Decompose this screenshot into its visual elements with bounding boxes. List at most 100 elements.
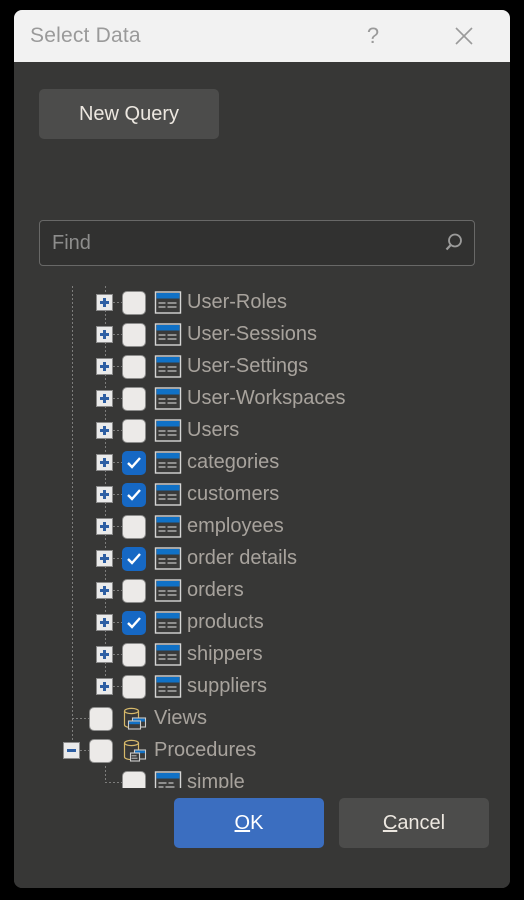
expand-icon[interactable] — [96, 390, 113, 407]
tree-row[interactable]: Procedures — [14, 734, 510, 766]
tree-row[interactable]: Views — [14, 702, 510, 734]
tree-item-label: User-Settings — [187, 355, 309, 377]
tree-line — [72, 286, 73, 318]
expand-icon[interactable] — [96, 486, 113, 503]
tree-row[interactable]: shippers — [14, 638, 510, 670]
tree-row[interactable]: categories — [14, 446, 510, 478]
checkbox-unchecked[interactable] — [122, 419, 146, 443]
table-icon — [154, 323, 182, 346]
dialog-footer: OK Cancel — [14, 788, 510, 888]
tree-item-label: Procedures — [154, 739, 257, 761]
search-icon[interactable] — [434, 231, 474, 255]
tree-item-label: categories — [187, 451, 280, 473]
expand-icon[interactable] — [96, 422, 113, 439]
tree-item-label: User-Workspaces — [187, 387, 346, 409]
checkbox-unchecked[interactable] — [122, 323, 146, 347]
checkbox-unchecked[interactable] — [122, 771, 146, 788]
tree-row[interactable]: User-Workspaces — [14, 382, 510, 414]
tree-item-label: User-Roles — [187, 291, 288, 313]
table-icon — [154, 291, 182, 314]
table-icon — [154, 547, 182, 570]
tree-row[interactable]: customers — [14, 478, 510, 510]
tree-item-label: customers — [187, 483, 280, 505]
select-data-dialog: Select Data ? New Query User-Roles User-S… — [14, 10, 510, 888]
tree-line — [105, 766, 106, 782]
tree-row[interactable]: order details — [14, 542, 510, 574]
tree-item-label: simple — [187, 771, 245, 788]
table-icon — [154, 387, 182, 410]
tree-line — [72, 510, 73, 542]
tree-row[interactable]: simple — [14, 766, 510, 788]
expand-icon[interactable] — [96, 294, 113, 311]
procedure-icon — [154, 771, 182, 788]
tree-row[interactable]: Users — [14, 414, 510, 446]
checkbox-checked[interactable] — [122, 547, 146, 571]
checkbox-unchecked[interactable] — [122, 387, 146, 411]
expand-icon[interactable] — [96, 454, 113, 471]
tree-line — [72, 382, 73, 414]
checkbox-checked[interactable] — [122, 483, 146, 507]
expand-icon[interactable] — [96, 326, 113, 343]
expand-icon[interactable] — [96, 678, 113, 695]
expand-icon[interactable] — [96, 550, 113, 567]
tree-item-label: employees — [187, 515, 284, 537]
collapse-icon[interactable] — [63, 742, 80, 759]
checkbox-unchecked[interactable] — [89, 739, 113, 763]
checkbox-unchecked[interactable] — [122, 515, 146, 539]
tree-item-label: Views — [154, 707, 207, 729]
tree-item-label: products — [187, 611, 264, 633]
tree-line — [72, 542, 73, 574]
procedures-folder-icon — [121, 739, 149, 762]
dialog-title: Select Data — [30, 24, 141, 47]
tree-line — [72, 638, 73, 670]
table-icon — [154, 419, 182, 442]
dialog-titlebar: Select Data ? — [14, 10, 510, 62]
tree-row[interactable]: User-Sessions — [14, 318, 510, 350]
cancel-button[interactable]: Cancel — [339, 798, 489, 848]
expand-icon[interactable] — [96, 582, 113, 599]
expand-icon[interactable] — [96, 646, 113, 663]
tree-row[interactable]: User-Roles — [14, 286, 510, 318]
ok-button[interactable]: OK — [174, 798, 324, 848]
tree-line — [72, 446, 73, 478]
close-icon[interactable] — [442, 10, 486, 62]
checkbox-unchecked[interactable] — [122, 579, 146, 603]
new-query-button[interactable]: New Query — [39, 89, 219, 139]
expand-icon[interactable] — [96, 614, 113, 631]
tree-line — [72, 718, 89, 719]
expand-icon[interactable] — [96, 358, 113, 375]
tree-line — [72, 350, 73, 382]
tree-row[interactable]: User-Settings — [14, 350, 510, 382]
tree-row[interactable]: employees — [14, 510, 510, 542]
checkbox-unchecked[interactable] — [89, 707, 113, 731]
tree-row[interactable]: suppliers — [14, 670, 510, 702]
tree-item-label: orders — [187, 579, 244, 601]
tree-line — [72, 574, 73, 606]
table-icon — [154, 611, 182, 634]
object-tree[interactable]: User-Roles User-Sessions User-Settings User… — [14, 286, 510, 788]
table-icon — [154, 643, 182, 666]
tree-item-label: suppliers — [187, 675, 268, 697]
checkbox-unchecked[interactable] — [122, 643, 146, 667]
dialog-body: New Query User-Roles User-Sessions User-Se… — [14, 62, 510, 888]
tree-row[interactable]: products — [14, 606, 510, 638]
checkbox-unchecked[interactable] — [122, 675, 146, 699]
tree-line — [72, 670, 73, 702]
checkbox-checked[interactable] — [122, 611, 146, 635]
tree-item-label: shippers — [187, 643, 263, 665]
help-icon[interactable]: ? — [351, 10, 395, 62]
tree-item-label: order details — [187, 547, 298, 569]
search-input[interactable] — [40, 231, 434, 255]
table-icon — [154, 451, 182, 474]
views-folder-icon — [121, 707, 149, 730]
checkbox-unchecked[interactable] — [122, 291, 146, 315]
tree-item-label: Users — [187, 419, 240, 441]
tree-line — [105, 782, 122, 783]
search-field[interactable] — [39, 220, 475, 266]
tree-line — [72, 478, 73, 510]
expand-icon[interactable] — [96, 518, 113, 535]
checkbox-unchecked[interactable] — [122, 355, 146, 379]
checkbox-checked[interactable] — [122, 451, 146, 475]
tree-row[interactable]: orders — [14, 574, 510, 606]
table-icon — [154, 515, 182, 538]
